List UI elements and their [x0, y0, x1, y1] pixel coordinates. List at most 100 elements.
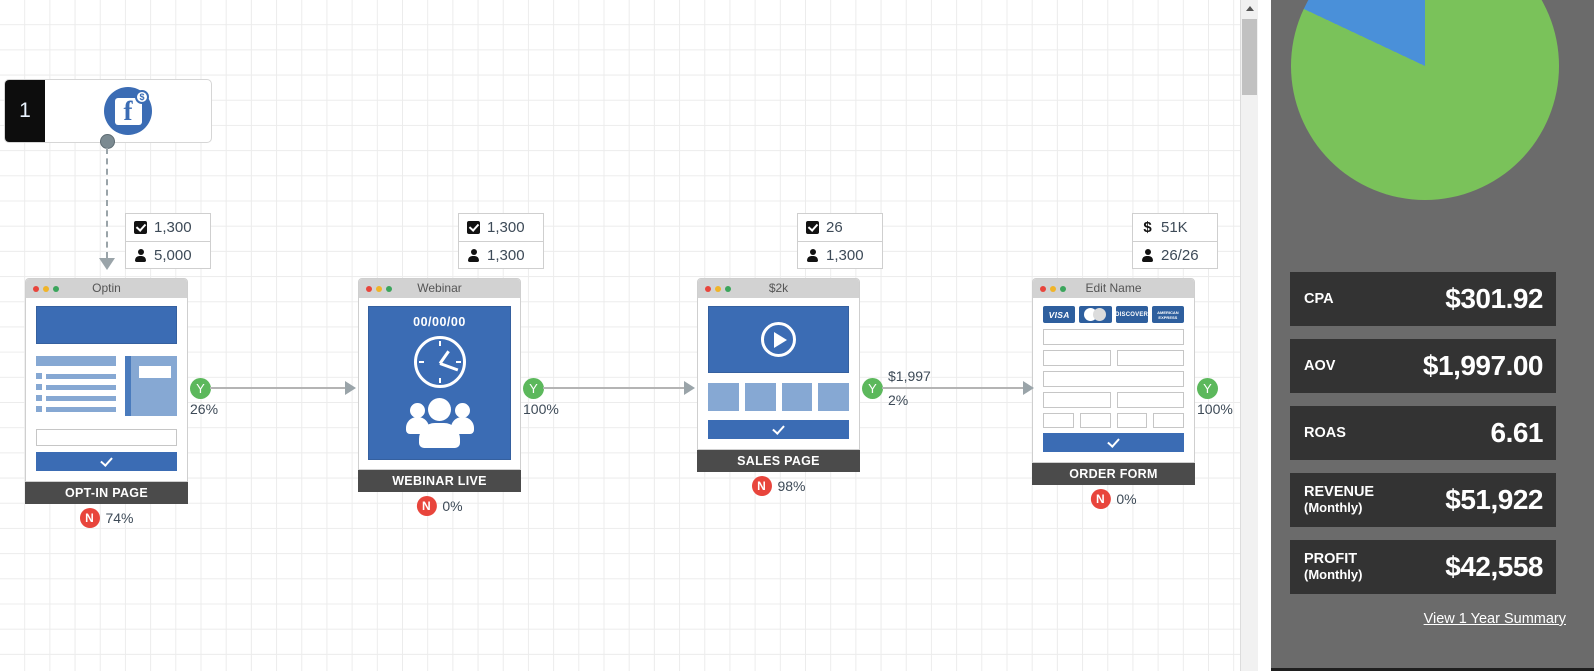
metric-value: $301.92	[1445, 283, 1543, 314]
stat-row-visitors: 26/26	[1133, 241, 1217, 268]
canvas-right-gutter	[1258, 0, 1270, 671]
ad-node-icon-wrap: f $	[45, 80, 211, 142]
stat-row-conversions: 1,300	[126, 214, 210, 241]
stat-row-visitors: 1,300	[459, 241, 543, 268]
stat-row-visitors: 1,300	[798, 241, 882, 268]
ad-node-step-badge: 1	[5, 80, 45, 142]
preview-text-column	[36, 356, 116, 417]
page-node-titlebar[interactable]: Webinar	[359, 279, 520, 298]
stat-box-optin[interactable]: 1,300 5,000	[125, 213, 211, 269]
connector-webinar-to-sales[interactable]: Y 100%	[523, 368, 703, 417]
connector-rate-label: 100%	[1197, 401, 1233, 417]
connector-rate-label: 26%	[190, 401, 219, 417]
ad-node-connector-handle[interactable]	[100, 134, 115, 149]
preview-submit-button	[708, 420, 849, 439]
person-icon	[134, 248, 147, 262]
metric-label: PROFIT (Monthly)	[1304, 551, 1362, 583]
stat-value-conversions: 1,300	[487, 219, 525, 236]
yes-node-icon[interactable]: Y	[190, 378, 211, 399]
no-percentage: 0%	[1116, 491, 1137, 507]
page-node-order-form[interactable]: Edit Name VISA DISCOVER AMERICAN EXPRESS	[1032, 278, 1195, 509]
page-node-titlebar[interactable]: $2k	[698, 279, 859, 298]
preview-webinar-date: 00/00/00	[413, 315, 466, 329]
preview-ebook-icon	[125, 356, 177, 416]
mastercard-icon	[1079, 306, 1112, 323]
yes-node-icon[interactable]: Y	[862, 378, 883, 399]
check-icon	[467, 221, 480, 234]
page-node-titlebar[interactable]: Optin	[26, 279, 187, 298]
yes-node-icon[interactable]: Y	[1197, 378, 1218, 399]
metric-revenue-monthly: REVENUE (Monthly) $51,922	[1290, 473, 1556, 527]
metric-label-sub: (Monthly)	[1304, 567, 1363, 582]
stat-value-visitors: 1,300	[487, 246, 525, 264]
page-node-preview-optin	[26, 298, 187, 481]
stat-value-visitors: 5,000	[154, 246, 192, 264]
pie-chart-graphic	[1291, 0, 1559, 200]
funnel-canvas[interactable]: 1 f $ 1,300 5,000 1,300 1,300 26 1,300 $…	[0, 0, 1240, 671]
metric-label-main: REVENUE	[1304, 484, 1375, 500]
preview-card-logos: VISA DISCOVER AMERICAN EXPRESS	[1043, 306, 1184, 323]
metric-value: $51,922	[1445, 484, 1543, 515]
page-node-titlebar[interactable]: Edit Name	[1033, 279, 1194, 298]
page-node-title: Edit Name	[1085, 281, 1142, 295]
connector-sales-to-order[interactable]: Y $1,997 2%	[862, 368, 1042, 408]
metric-value: 6.61	[1490, 417, 1544, 448]
yes-node-icon[interactable]: Y	[523, 378, 544, 399]
metric-label: AOV	[1304, 358, 1336, 374]
page-node-title: Optin	[92, 281, 121, 295]
page-node-footer-label: WEBINAR LIVE	[358, 470, 521, 492]
view-1-year-summary-link[interactable]: View 1 Year Summary	[1424, 611, 1566, 627]
person-icon	[1141, 248, 1154, 262]
connector-order-output[interactable]: Y 100%	[1197, 368, 1240, 417]
canvas-vertical-scrollbar[interactable]	[1240, 0, 1258, 671]
stat-box-sales[interactable]: 26 1,300	[797, 213, 883, 269]
metric-label-main: PROFIT	[1304, 551, 1358, 567]
dollar-icon: $	[1143, 219, 1152, 236]
people-icon	[405, 397, 474, 449]
connector-rate-label: 100%	[523, 401, 559, 417]
no-percentage: 74%	[105, 510, 134, 526]
page-node-sales[interactable]: $2k SALES PAGE N 98%	[697, 278, 860, 496]
stat-box-webinar[interactable]: 1,300 1,300	[458, 213, 544, 269]
page-node-optin[interactable]: Optin OPT-IN PAGE N 74%	[25, 278, 188, 528]
preview-video-player	[708, 306, 849, 373]
stat-row-visitors: 5,000	[126, 241, 210, 268]
page-node-window: Edit Name VISA DISCOVER AMERICAN EXPRESS	[1032, 278, 1195, 463]
no-badge-icon: N	[1090, 489, 1111, 509]
ad-node-dashed-connector	[106, 148, 108, 258]
metric-aov: AOV $1,997.00	[1290, 339, 1556, 393]
page-node-preview-order: VISA DISCOVER AMERICAN EXPRESS	[1033, 298, 1194, 462]
facebook-dollar-icon: f $	[104, 87, 152, 135]
stat-value-visitors: 26/26	[1161, 246, 1199, 264]
page-node-no-stats: N 0%	[1090, 489, 1137, 509]
preview-submit-button	[36, 452, 177, 471]
stat-value-visitors: 1,300	[826, 246, 864, 264]
page-node-footer-label: OPT-IN PAGE	[25, 482, 188, 504]
scroll-up-arrow-icon[interactable]	[1241, 0, 1258, 17]
stat-row-revenue: $ 51K	[1133, 214, 1217, 241]
page-node-webinar[interactable]: Webinar 00/00/00 WEBINAR LIVE N 0%	[358, 278, 521, 516]
stat-box-order[interactable]: $ 51K 26/26	[1132, 213, 1218, 269]
page-node-window: Optin	[25, 278, 188, 482]
check-icon	[806, 221, 819, 234]
metrics-sidebar: CPA $301.92 AOV $1,997.00 ROAS 6.61 REVE…	[1270, 0, 1594, 671]
page-node-preview-webinar: 00/00/00	[359, 298, 520, 469]
connector-value-label: $1,997	[888, 368, 931, 384]
stat-value-conversions: 1,300	[154, 219, 192, 236]
page-node-footer-label: ORDER FORM	[1032, 463, 1195, 485]
preview-form-fields	[1043, 329, 1184, 428]
no-percentage: 0%	[442, 498, 463, 514]
person-icon	[806, 248, 819, 262]
no-badge-icon: N	[79, 508, 100, 528]
metric-value: $42,558	[1445, 551, 1543, 582]
metrics-list: CPA $301.92 AOV $1,997.00 ROAS 6.61 REVE…	[1290, 272, 1556, 607]
amex-icon: AMERICAN EXPRESS	[1151, 306, 1184, 323]
visa-icon: VISA	[1043, 306, 1076, 323]
scrollbar-thumb[interactable]	[1242, 19, 1257, 95]
no-badge-icon: N	[416, 496, 437, 516]
page-node-preview-sales	[698, 298, 859, 449]
connector-optin-to-webinar[interactable]: Y 26%	[190, 368, 365, 417]
stat-value-revenue: 51K	[1161, 219, 1188, 236]
preview-hero-banner	[36, 306, 177, 344]
metric-label: CPA	[1304, 291, 1334, 307]
